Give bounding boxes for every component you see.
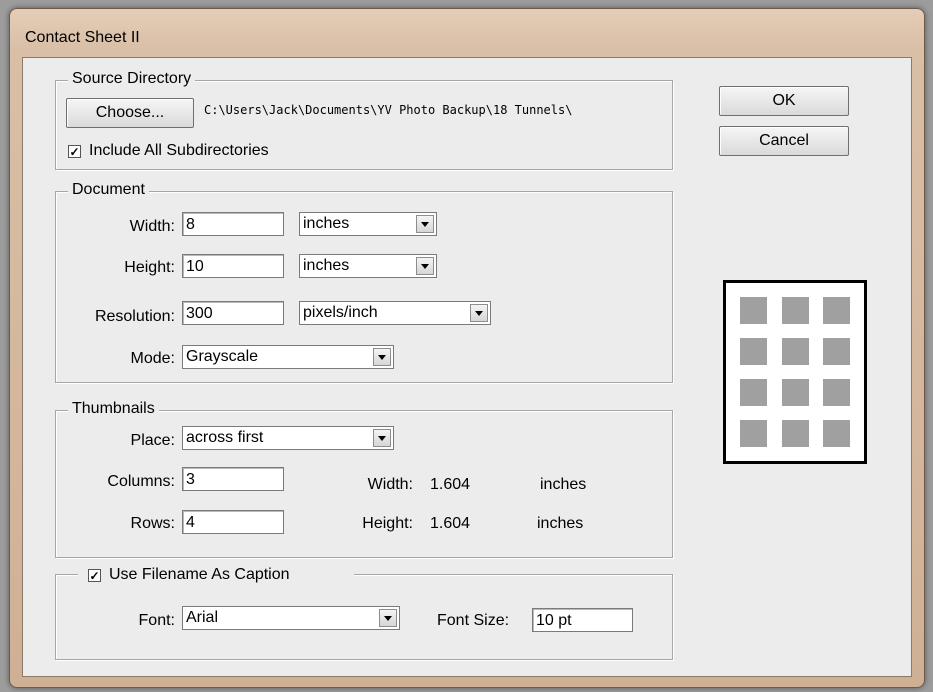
columns-input[interactable]: 3 bbox=[182, 467, 284, 491]
chevron-down-icon[interactable] bbox=[373, 429, 391, 447]
preview-thumbnail bbox=[781, 338, 809, 365]
chevron-down-icon[interactable] bbox=[373, 348, 391, 366]
preview-thumbnail bbox=[740, 379, 768, 406]
thumbnail-width-label: Width: bbox=[367, 476, 413, 493]
contact-sheet-dialog: Contact Sheet II Source Directory Choose… bbox=[9, 8, 925, 688]
place-label: Place: bbox=[130, 432, 175, 449]
include-subdirectories-checkbox[interactable]: ✓ bbox=[68, 145, 81, 158]
preview-thumbnail bbox=[822, 420, 850, 447]
mode-label: Mode: bbox=[130, 350, 175, 367]
font-label: Font: bbox=[138, 612, 175, 629]
chevron-down-icon[interactable] bbox=[379, 609, 397, 627]
rows-input[interactable]: 4 bbox=[182, 510, 284, 534]
preview-thumbnail bbox=[781, 297, 809, 324]
rows-label: Rows: bbox=[130, 515, 175, 532]
font-value: Arial bbox=[186, 609, 219, 626]
preview-thumbnail bbox=[822, 338, 850, 365]
use-filename-caption-label[interactable]: Use Filename As Caption bbox=[109, 566, 290, 584]
preview-thumbnail bbox=[781, 420, 809, 447]
document-height-label: Height: bbox=[124, 259, 175, 276]
preview-thumbnail bbox=[740, 297, 768, 324]
document-width-input[interactable]: 8 bbox=[182, 212, 284, 236]
ok-button[interactable]: OK bbox=[719, 86, 849, 116]
chevron-down-icon[interactable] bbox=[416, 257, 434, 275]
preview-thumbnail bbox=[740, 420, 768, 447]
document-width-unit-select[interactable]: inches bbox=[299, 212, 437, 236]
font-size-label: Font Size: bbox=[437, 612, 510, 629]
document-height-unit-select[interactable]: inches bbox=[299, 254, 437, 278]
place-value: across first bbox=[186, 429, 264, 446]
preview-thumbnail bbox=[822, 379, 850, 406]
dialog-body: Source Directory Choose... C:\Users\Jack… bbox=[22, 57, 912, 677]
thumbnail-height-label: Height: bbox=[362, 515, 413, 532]
chevron-down-icon[interactable] bbox=[416, 215, 434, 233]
preview-thumbnail bbox=[822, 297, 850, 324]
chevron-down-icon[interactable] bbox=[470, 304, 488, 322]
font-size-input[interactable]: 10 pt bbox=[532, 608, 633, 632]
layout-preview bbox=[723, 280, 867, 464]
mode-select[interactable]: Grayscale bbox=[182, 345, 394, 369]
preview-thumbnail bbox=[781, 379, 809, 406]
document-width-unit-value: inches bbox=[303, 215, 350, 232]
thumbnails-legend: Thumbnails bbox=[68, 400, 159, 418]
resolution-unit-value: pixels/inch bbox=[303, 304, 378, 321]
mode-value: Grayscale bbox=[186, 348, 259, 365]
window-title: Contact Sheet II bbox=[25, 29, 140, 46]
cancel-button[interactable]: Cancel bbox=[719, 126, 849, 156]
document-legend: Document bbox=[68, 181, 149, 199]
checkmark-icon: ✓ bbox=[89, 568, 100, 583]
resolution-input[interactable]: 300 bbox=[182, 301, 284, 325]
resolution-label: Resolution: bbox=[94, 308, 175, 325]
thumbnail-width-unit: inches bbox=[540, 476, 587, 493]
document-height-unit-value: inches bbox=[303, 257, 350, 274]
choose-button[interactable]: Choose... bbox=[66, 98, 194, 128]
thumbnail-height-unit: inches bbox=[537, 515, 584, 532]
checkmark-icon: ✓ bbox=[69, 144, 80, 159]
thumbnail-height-value: 1.604 bbox=[430, 515, 471, 532]
resolution-unit-select[interactable]: pixels/inch bbox=[299, 301, 491, 325]
place-select[interactable]: across first bbox=[182, 426, 394, 450]
document-height-input[interactable]: 10 bbox=[182, 254, 284, 278]
include-subdirectories-label[interactable]: Include All Subdirectories bbox=[89, 142, 269, 160]
document-width-label: Width: bbox=[129, 218, 175, 235]
font-select[interactable]: Arial bbox=[182, 606, 400, 630]
source-directory-legend: Source Directory bbox=[68, 70, 196, 88]
preview-thumbnail bbox=[740, 338, 768, 365]
thumbnail-width-value: 1.604 bbox=[430, 476, 471, 493]
columns-label: Columns: bbox=[107, 473, 175, 490]
source-path: C:\Users\Jack\Documents\YV Photo Backup\… bbox=[204, 103, 573, 117]
use-filename-caption-checkbox[interactable]: ✓ bbox=[88, 569, 101, 582]
